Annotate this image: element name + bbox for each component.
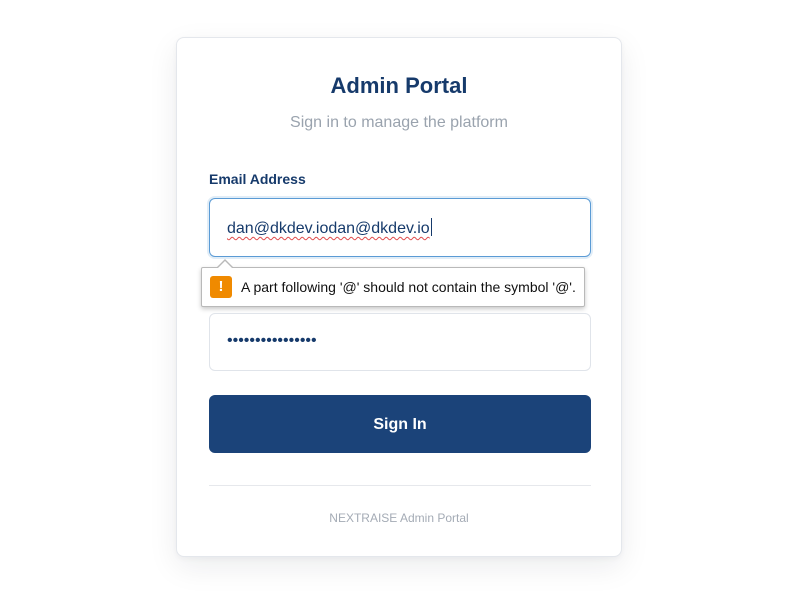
validation-message: A part following '@' should not contain … (241, 279, 576, 295)
validation-tooltip: ! A part following '@' should not contai… (201, 259, 585, 307)
warning-icon: ! (210, 276, 232, 298)
password-field[interactable]: •••••••••••••••• (209, 313, 591, 371)
password-value: •••••••••••••••• (227, 332, 317, 349)
login-card: Admin Portal Sign in to manage the platf… (176, 37, 622, 557)
text-caret (430, 218, 432, 236)
sign-in-button[interactable]: Sign In (209, 395, 591, 453)
page-subtitle: Sign in to manage the platform (290, 114, 508, 131)
divider (209, 485, 591, 486)
footer-text: NEXTRAISE Admin Portal (329, 511, 469, 525)
email-field[interactable]: dan@dkdev.iodan@dkdev.io (209, 198, 591, 257)
email-value: dan@dkdev.iodan@dkdev.io (227, 218, 432, 237)
page-title: Admin Portal (330, 73, 468, 98)
email-label: Email Address (209, 171, 306, 187)
